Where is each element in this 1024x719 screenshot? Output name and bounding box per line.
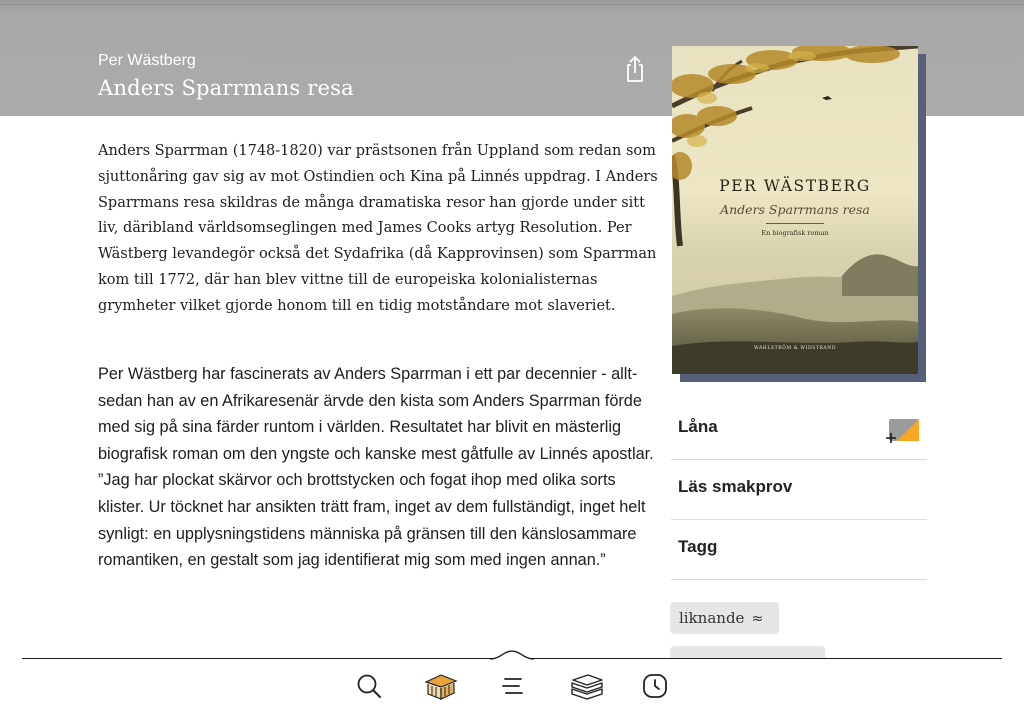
tab-menu[interactable] <box>493 666 533 706</box>
read-sample-button[interactable]: Läs smakprov <box>671 459 927 520</box>
tags-label: Tagg <box>678 537 718 556</box>
description-paragraph-2: Per Wästberg har fascinerats av Anders S… <box>98 361 658 574</box>
share-icon <box>627 56 643 82</box>
borrow-label: Låna <box>678 417 718 436</box>
books-icon <box>571 674 603 700</box>
description-text-1: Anders Sparrman (1748-1820) var prästson… <box>98 143 658 314</box>
approx-icon: ≈ <box>751 611 764 627</box>
tab-bar-handle <box>490 650 534 660</box>
share-button[interactable] <box>623 54 647 84</box>
borrow-button[interactable]: Låna <box>671 399 927 460</box>
tags-button[interactable]: Tagg <box>671 519 927 580</box>
similar-chip[interactable]: liknande ≈ <box>670 602 779 634</box>
tab-search[interactable] <box>349 666 389 706</box>
clock-icon <box>643 674 667 698</box>
book-author: Per Wästberg <box>98 52 196 69</box>
book-title: Anders Sparrmans resa <box>98 76 354 100</box>
search-icon <box>357 674 381 698</box>
description-paragraph-1: Anders Sparrman (1748-1820) var prästson… <box>98 139 658 320</box>
description-text-2: Per Wästberg har fascinerats av Anders S… <box>98 365 654 570</box>
menu-icon <box>502 678 523 694</box>
tab-history[interactable] <box>635 666 675 706</box>
header-divider <box>0 4 1024 5</box>
borrow-icon <box>886 419 919 443</box>
cover-author: PER WÄSTBERG <box>719 177 871 195</box>
cover-publisher: WAHLSTRÖM & WIDSTRAND <box>753 346 837 351</box>
tab-bar <box>0 650 1024 719</box>
library-icon <box>424 674 458 700</box>
read-sample-label: Läs smakprov <box>678 477 793 496</box>
cover-title: Anders Sparrmans resa <box>720 202 870 217</box>
cover-subtitle: En biografisk roman <box>761 229 829 237</box>
cover-rule <box>766 223 824 224</box>
tab-library[interactable] <box>418 666 458 706</box>
tab-books[interactable] <box>563 666 603 706</box>
book-cover[interactable]: PER WÄSTBERG Anders Sparrmans resa En bi… <box>672 46 918 374</box>
similar-label: liknande <box>679 609 745 627</box>
